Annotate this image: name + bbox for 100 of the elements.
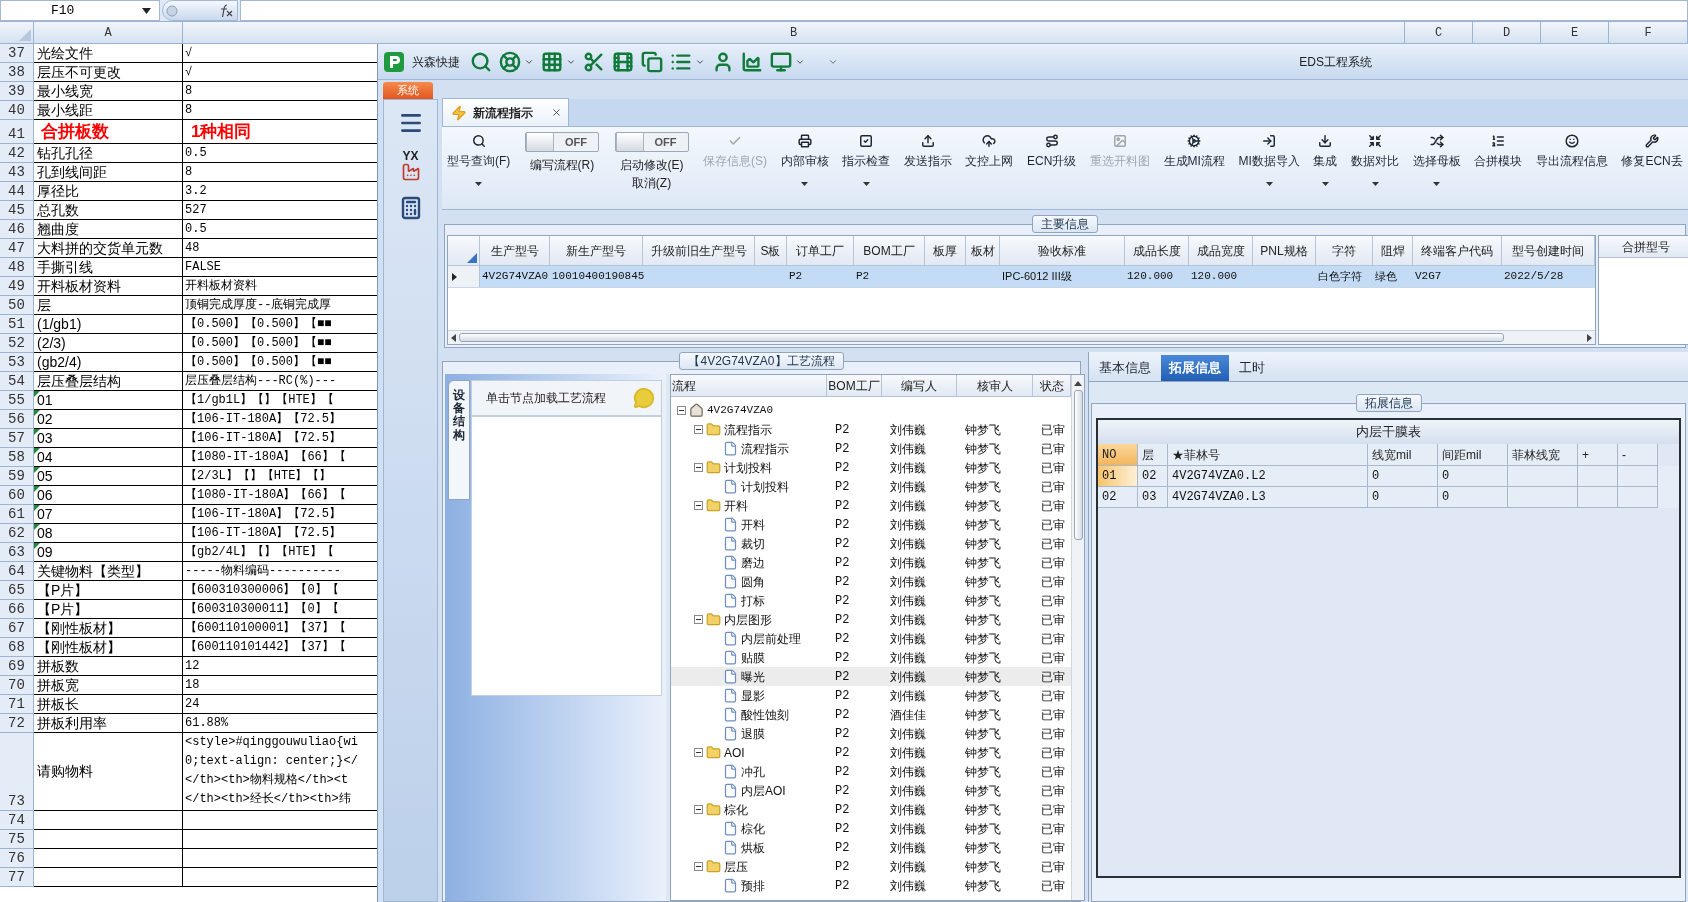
row-number[interactable]: 59 <box>0 467 34 486</box>
sheet-cell[interactable]: 【0.500】【0.500】【■■ <box>183 315 377 334</box>
column-header[interactable]: 菲林线宽 <box>1508 444 1578 466</box>
sheet-cell[interactable]: 光绘文件 <box>34 44 183 63</box>
sheet-cell[interactable]: 05 <box>34 467 183 486</box>
tree-row[interactable]: 显影 P2 刘伟巍 钟梦飞 已审 <box>671 686 1071 705</box>
collapse-icon[interactable] <box>694 425 703 434</box>
user-icon[interactable] <box>712 50 734 73</box>
sheet-cell[interactable]: 【600110100001】【37】【 <box>183 619 377 638</box>
lifebuoy-icon[interactable] <box>499 50 521 73</box>
caret-icon[interactable] <box>1433 182 1441 186</box>
tree-row[interactable]: 磨边 P2 刘伟巍 钟梦飞 已审 <box>671 553 1071 572</box>
caret-icon[interactable] <box>801 182 809 186</box>
tree-row[interactable]: 内层图形 P2 刘伟巍 钟梦飞 已审 <box>671 610 1071 629</box>
ribbon-button[interactable]: 修复ECN丢 <box>1618 132 1686 209</box>
row-number[interactable]: 46 <box>0 220 34 239</box>
sheet-cell[interactable]: 【106-IT-180A】【72.5】 <box>183 505 377 524</box>
sheet-cell[interactable]: 层 <box>34 296 183 315</box>
tree-row[interactable]: 计划投料 P2 刘伟巍 钟梦飞 已审 <box>671 458 1071 477</box>
row-number[interactable]: 65 <box>0 581 34 600</box>
row-number[interactable]: 49 <box>0 277 34 296</box>
collapse-icon[interactable] <box>694 463 703 472</box>
row-number[interactable]: 67 <box>0 619 34 638</box>
sheet-cell[interactable]: 拼板长 <box>34 695 183 714</box>
sheet-cell[interactable]: 【1080-IT-180A】【66】【 <box>183 486 377 505</box>
row-number[interactable]: 57 <box>0 429 34 448</box>
sheet-cell[interactable]: 最小线距 <box>34 101 183 120</box>
tab[interactable]: 基本信息 <box>1091 355 1159 381</box>
row-number[interactable]: 37 <box>0 44 34 63</box>
sheet-cell[interactable]: 【P片】 <box>34 581 183 600</box>
column-header[interactable]: F <box>1609 22 1688 43</box>
column-header[interactable]: 阻焊 <box>1373 236 1413 265</box>
sheet-cell[interactable]: 8 <box>183 163 377 182</box>
sheet-cell[interactable]: 拼板数 <box>34 657 183 676</box>
sheet-cell[interactable]: 手撕引线 <box>34 258 183 277</box>
sheet-cell[interactable]: 请购物料 <box>34 733 183 811</box>
row-number[interactable]: 55 <box>0 391 34 410</box>
ribbon-button[interactable]: 导出流程信息 <box>1532 132 1611 209</box>
sheet-cell[interactable]: 【600310300011】【0】【 <box>183 600 377 619</box>
collapse-icon[interactable] <box>694 862 703 871</box>
collapse-icon[interactable] <box>677 406 686 415</box>
sheet-cell[interactable]: 【刚性板材】 <box>34 619 183 638</box>
column-header[interactable]: 生产型号 <box>480 236 550 265</box>
sheet-cell[interactable]: 开料板材资料 <box>183 277 377 296</box>
sheet-cell[interactable]: 【600310300006】【0】【 <box>183 581 377 600</box>
sheet-cell[interactable]: 【106-IT-180A】【72.5】 <box>183 524 377 543</box>
row-number[interactable]: 43 <box>0 163 34 182</box>
row-number[interactable]: 51 <box>0 315 34 334</box>
column-header[interactable]: 板厚 <box>925 236 966 265</box>
film-icon[interactable] <box>612 50 634 73</box>
column-header[interactable]: 间距mil <box>1438 444 1508 466</box>
sheet-cell[interactable]: 【0.500】【0.500】【■■ <box>183 353 377 372</box>
tree-row[interactable]: 开料 P2 刘伟巍 钟梦飞 已审 <box>671 515 1071 534</box>
tree-row[interactable]: AOI P2 刘伟巍 钟梦飞 已审 <box>671 743 1071 762</box>
column-header[interactable]: ★菲林号 <box>1168 444 1368 466</box>
row-number[interactable]: 68 <box>0 638 34 657</box>
row-number[interactable]: 53 <box>0 353 34 372</box>
ribbon-button[interactable]: 合拼模块 <box>1471 132 1526 209</box>
sheet-cell[interactable]: 08 <box>34 524 183 543</box>
column-header[interactable]: - <box>1618 444 1658 466</box>
row-number[interactable]: 74 <box>0 811 34 830</box>
sheet-cell[interactable]: (2/3) <box>34 334 183 353</box>
row-number[interactable]: 77 <box>0 868 34 887</box>
sheet-cell[interactable]: 最小线宽 <box>34 82 183 101</box>
select-all-icon[interactable] <box>467 253 477 263</box>
sheet-cell[interactable]: 8 <box>183 82 377 101</box>
sheet-cell[interactable]: 06 <box>34 486 183 505</box>
table-cell[interactable]: 0 <box>1438 487 1508 508</box>
sheet-cell[interactable]: 【刚性板材】 <box>34 638 183 657</box>
sheet-cell[interactable]: 大料拼的交货单元数 <box>34 239 183 258</box>
sheet-cell[interactable] <box>34 868 183 887</box>
nav-tool-button[interactable]: YX <box>400 150 421 182</box>
toggle-switch[interactable]: OFF <box>614 132 689 152</box>
column-header[interactable]: 合拼型号 <box>1599 236 1688 258</box>
tree-row[interactable]: 曝光 P2 刘伟巍 钟梦飞 已审 <box>671 667 1071 686</box>
sheet-cell[interactable]: 12 <box>183 657 377 676</box>
ribbon-button[interactable]: 选择母板 <box>1409 132 1464 209</box>
sheet-cell[interactable]: 04 <box>34 448 183 467</box>
tree-row[interactable]: 计划投料 P2 刘伟巍 钟梦飞 已审 <box>671 477 1071 496</box>
sheet-cell[interactable]: FALSE <box>183 258 377 277</box>
row-number[interactable]: 75 <box>0 830 34 849</box>
ribbon-button[interactable]: 集成 <box>1310 132 1341 209</box>
function-icon[interactable] <box>218 3 234 18</box>
row-number[interactable]: 41 <box>0 120 34 144</box>
column-header[interactable]: 成品长度 <box>1125 236 1189 265</box>
tree-row[interactable]: 烘板 P2 刘伟巍 钟梦飞 已审 <box>671 838 1071 857</box>
sheet-cell[interactable]: 关键物料【类型】 <box>34 562 183 581</box>
collapse-icon[interactable] <box>694 501 703 510</box>
sheet-cell[interactable]: 翘曲度 <box>34 220 183 239</box>
sheet-cell[interactable]: 【106-IT-180A】【72.5】 <box>183 410 377 429</box>
area-chart-icon[interactable] <box>741 50 763 73</box>
scroll-right-icon[interactable] <box>1587 333 1592 342</box>
scroll-thumb[interactable] <box>459 333 1504 342</box>
tree-row[interactable]: 流程指示 P2 刘伟巍 钟梦飞 已审 <box>671 439 1071 458</box>
sheet-cell[interactable]: -----物料编码---------- <box>183 562 377 581</box>
ribbon-button[interactable]: 型号查询(F) <box>444 132 514 209</box>
tree-row[interactable]: 预排 P2 刘伟巍 钟梦飞 已审 <box>671 876 1071 895</box>
sheet-cell[interactable]: (gb2/4) <box>34 353 183 372</box>
sheet-cell[interactable] <box>34 811 183 830</box>
sheet-cell[interactable]: 【1080-IT-180A】【66】【 <box>183 448 377 467</box>
